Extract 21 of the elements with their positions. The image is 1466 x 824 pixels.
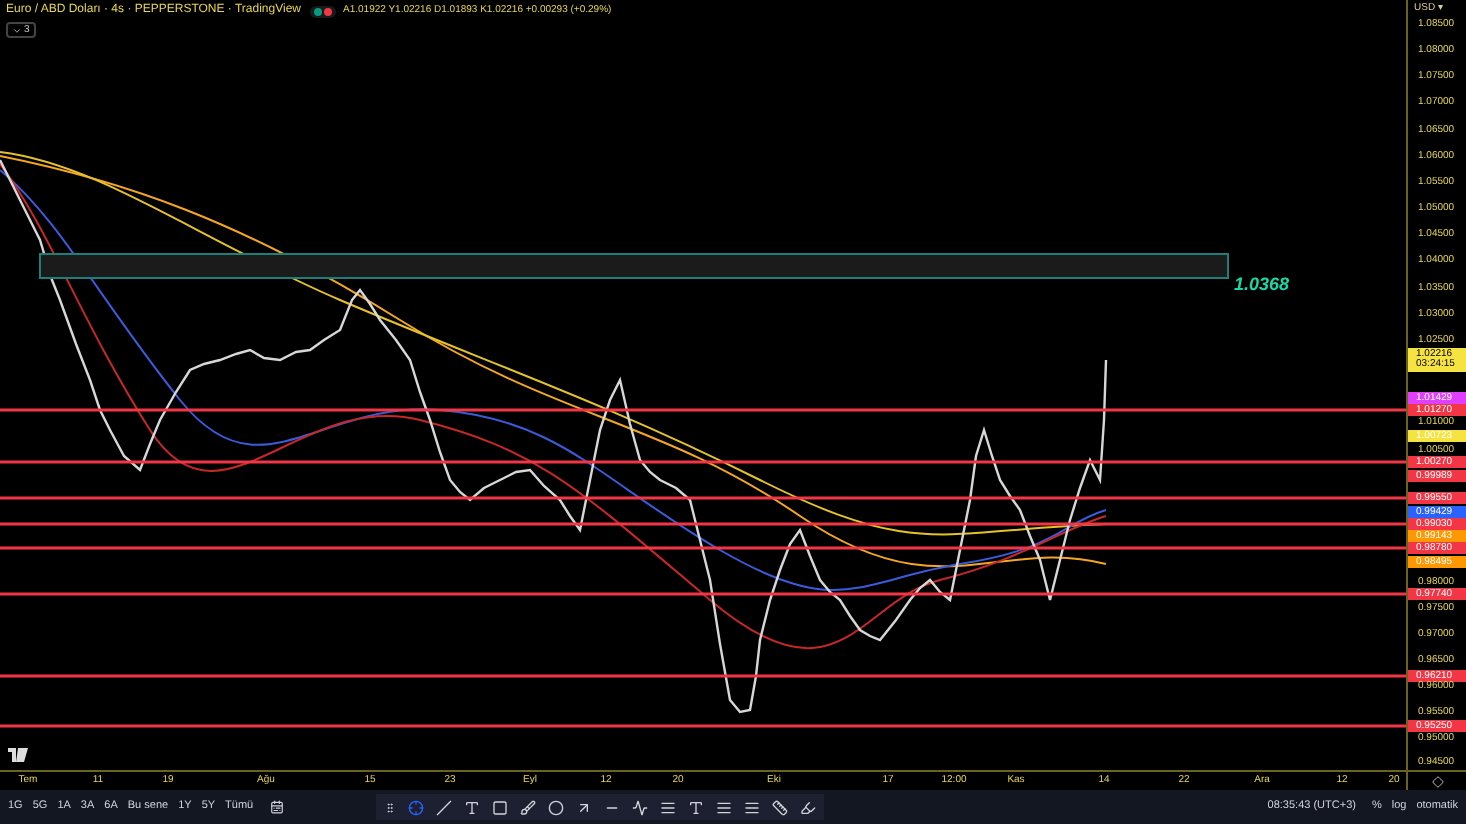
rectangle-icon[interactable] xyxy=(491,799,508,815)
highlighter-icon[interactable] xyxy=(799,799,816,815)
brush-icon[interactable] xyxy=(519,799,536,815)
text-icon[interactable] xyxy=(687,799,704,815)
price-zone-rectangle[interactable] xyxy=(39,253,1229,279)
chevron-down-icon xyxy=(12,25,22,35)
ruler-icon[interactable] xyxy=(771,799,788,815)
line-icon[interactable] xyxy=(435,799,452,815)
zigzag-icon[interactable] xyxy=(631,799,648,815)
ellipse-icon[interactable] xyxy=(547,799,564,815)
price-axis[interactable] xyxy=(1406,0,1466,790)
text-icon[interactable] xyxy=(463,799,480,815)
lines-icon[interactable] xyxy=(659,799,676,815)
logo-icon[interactable] xyxy=(8,748,28,762)
zone-price-label: 1.0368 xyxy=(1234,272,1290,298)
crosshair-icon[interactable] xyxy=(407,799,424,815)
calendar-icon[interactable] xyxy=(269,800,284,814)
lines-icon[interactable] xyxy=(743,799,760,815)
lines-icon[interactable] xyxy=(715,799,732,815)
arrow-icon[interactable] xyxy=(575,799,592,815)
diamond-icon[interactable] xyxy=(1431,775,1443,787)
